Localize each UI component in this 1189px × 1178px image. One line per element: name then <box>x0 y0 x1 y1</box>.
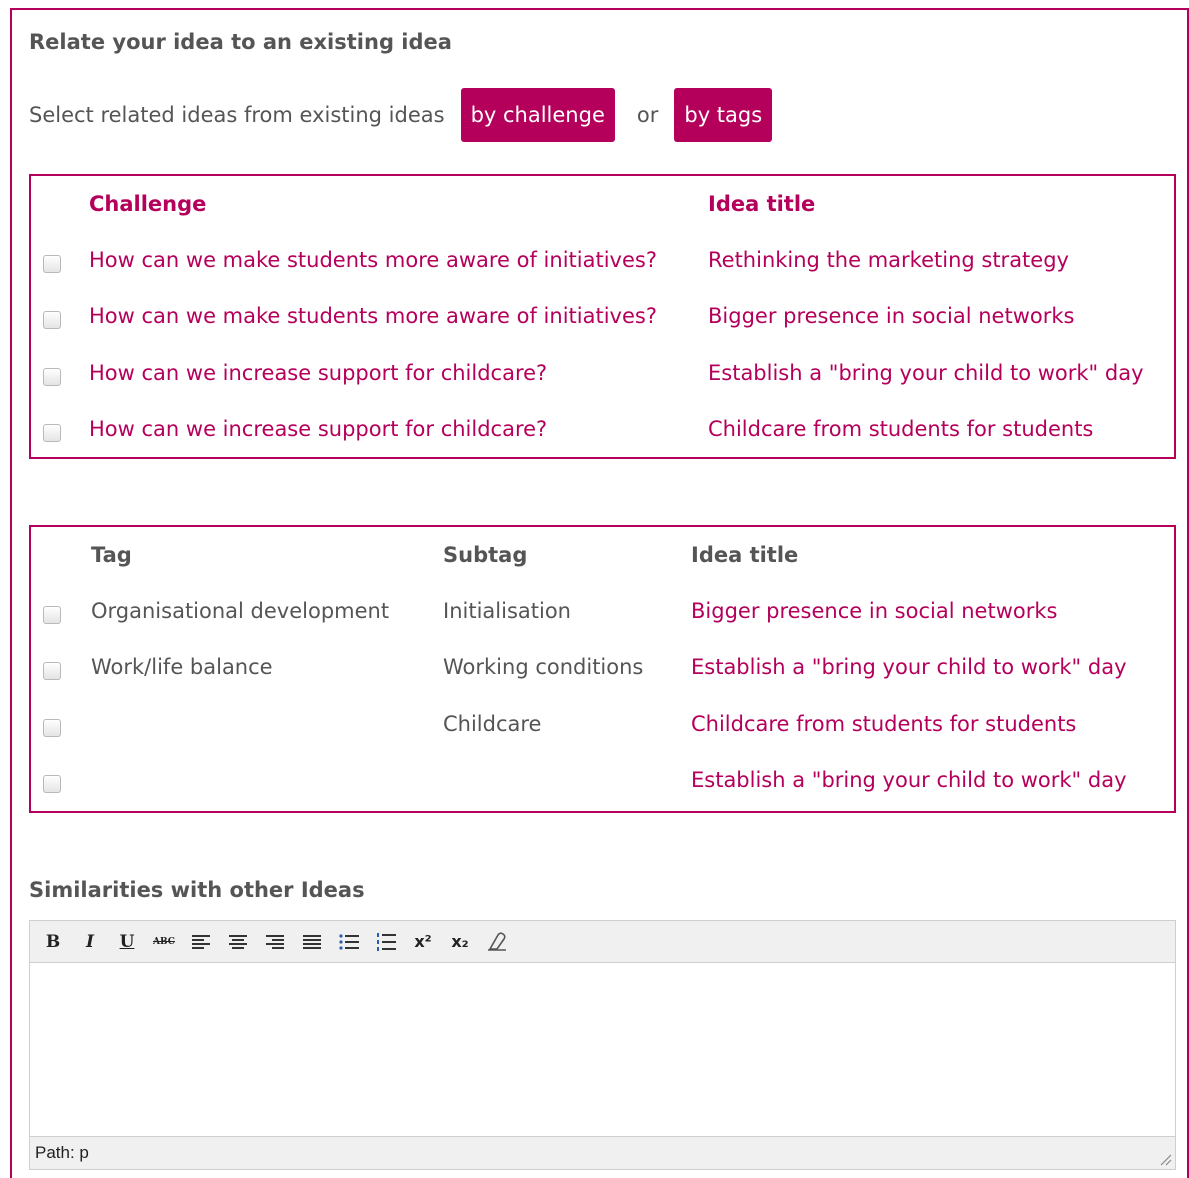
idea-title-column-header: Idea title <box>691 543 799 567</box>
eraser-icon[interactable] <box>484 929 510 955</box>
underline-button[interactable]: U <box>114 929 140 955</box>
resize-grip-icon[interactable] <box>1158 1152 1172 1166</box>
row-checkbox[interactable] <box>43 662 61 680</box>
subscript-button[interactable]: x₂ <box>447 929 473 955</box>
tag-cell: Work/life balance <box>91 655 273 679</box>
row-checkbox[interactable] <box>43 368 61 386</box>
editor-toolbar: B I U ABC x² x₂ <box>30 921 1175 963</box>
align-right-icon[interactable] <box>262 929 288 955</box>
challenge-table: Challenge Idea title How can we make stu… <box>29 174 1176 459</box>
italic-button[interactable]: I <box>77 929 103 955</box>
challenge-cell[interactable]: How can we increase support for childcar… <box>89 361 547 385</box>
row-checkbox[interactable] <box>43 719 61 737</box>
editor-status-bar: Path: p <box>30 1136 1175 1169</box>
idea-title-cell[interactable]: Establish a "bring your child to work" d… <box>691 768 1127 792</box>
similarities-editor: B I U ABC x² x₂ Path: p <box>29 920 1176 1170</box>
align-justify-icon[interactable] <box>299 929 325 955</box>
section-title: Relate your idea to an existing idea <box>29 30 452 54</box>
select-related-row: Select related ideas from existing ideas… <box>29 88 773 142</box>
idea-title-cell[interactable]: Bigger presence in social networks <box>691 599 1057 623</box>
align-center-icon[interactable] <box>225 929 251 955</box>
relate-idea-panel: Relate your idea to an existing idea Sel… <box>10 8 1189 1178</box>
strikethrough-button[interactable]: ABC <box>151 929 177 955</box>
challenge-cell[interactable]: How can we make students more aware of i… <box>89 304 657 328</box>
idea-title-cell[interactable]: Bigger presence in social networks <box>708 304 1074 328</box>
subtag-cell: Working conditions <box>443 655 644 679</box>
by-challenge-button[interactable]: by challenge <box>460 88 615 142</box>
by-tags-button[interactable]: by tags <box>674 88 773 142</box>
challenge-cell[interactable]: How can we increase support for childcar… <box>89 417 547 441</box>
editor-text-area[interactable] <box>30 963 1175 1127</box>
idea-title-cell[interactable]: Childcare from students for students <box>708 417 1093 441</box>
subtag-cell: Initialisation <box>443 599 571 623</box>
align-left-icon[interactable] <box>188 929 214 955</box>
subtag-column-header: Subtag <box>443 543 528 567</box>
idea-title-cell[interactable]: Establish a "bring your child to work" d… <box>691 655 1127 679</box>
or-label: or <box>636 103 659 127</box>
numbered-list-icon[interactable] <box>373 929 399 955</box>
row-checkbox[interactable] <box>43 606 61 624</box>
challenge-column-header: Challenge <box>89 192 207 216</box>
idea-title-column-header: Idea title <box>708 192 816 216</box>
bullet-list-icon[interactable] <box>336 929 362 955</box>
row-checkbox[interactable] <box>43 775 61 793</box>
similarities-title: Similarities with other Ideas <box>29 878 365 902</box>
idea-title-cell[interactable]: Establish a "bring your child to work" d… <box>708 361 1144 385</box>
tag-column-header: Tag <box>91 543 132 567</box>
challenge-cell[interactable]: How can we make students more aware of i… <box>89 248 657 272</box>
idea-title-cell[interactable]: Rethinking the marketing strategy <box>708 248 1069 272</box>
row-checkbox[interactable] <box>43 424 61 442</box>
bold-button[interactable]: B <box>40 929 66 955</box>
superscript-button[interactable]: x² <box>410 929 436 955</box>
tags-table: Tag Subtag Idea title Organisational dev… <box>29 525 1176 813</box>
subtag-cell: Childcare <box>443 712 542 736</box>
idea-title-cell[interactable]: Childcare from students for students <box>691 712 1076 736</box>
row-checkbox[interactable] <box>43 311 61 329</box>
tag-cell: Organisational development <box>91 599 390 623</box>
path-label: Path: p <box>35 1143 89 1162</box>
row-checkbox[interactable] <box>43 255 61 273</box>
select-related-label: Select related ideas from existing ideas <box>29 103 445 127</box>
